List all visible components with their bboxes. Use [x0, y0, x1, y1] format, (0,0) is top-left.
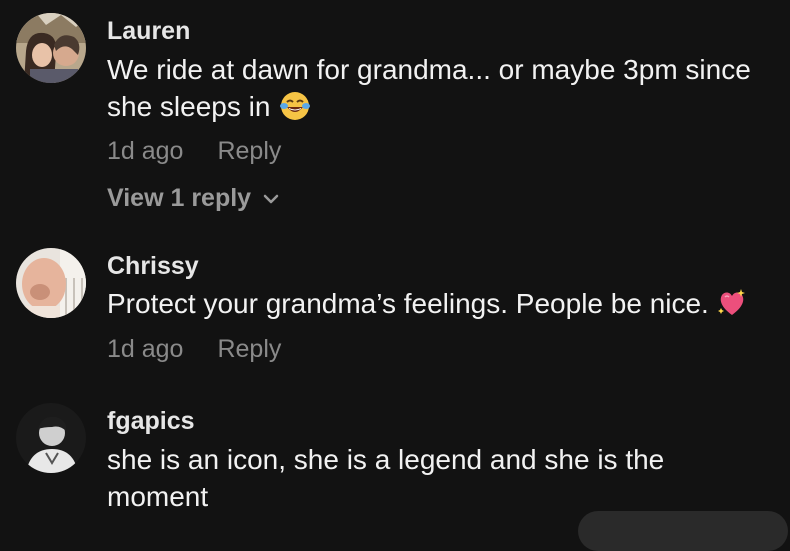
comment-meta: 1d ago Reply: [107, 137, 281, 166]
avatar[interactable]: [16, 403, 86, 473]
laughing-tears-emoji-icon: [280, 91, 311, 130]
reply-button[interactable]: Reply: [217, 335, 281, 363]
comment-username[interactable]: Chrissy: [107, 252, 199, 281]
view-replies-label: View 1 reply: [107, 184, 252, 212]
comment-username[interactable]: fgapics: [107, 407, 195, 436]
comment-username[interactable]: Lauren: [107, 17, 190, 46]
view-replies-button[interactable]: View 1 reply: [107, 182, 279, 213]
comment-text: Protect your grandma’s feelings. People …: [107, 285, 787, 327]
avatar[interactable]: [16, 248, 86, 318]
comment-input-pill[interactable]: [578, 511, 788, 551]
comment-text: We ride at dawn for grandma... or maybe …: [107, 51, 787, 130]
comment-text-body: Protect your grandma’s feelings. People …: [107, 288, 709, 319]
comment-timestamp: 1d ago: [107, 335, 184, 363]
avatar[interactable]: [16, 13, 86, 83]
comment-text: she is an icon, she is a legend and she …: [107, 444, 665, 512]
sparkling-heart-emoji-icon: [717, 288, 747, 327]
comment-timestamp: 1d ago: [107, 137, 184, 165]
reply-button[interactable]: Reply: [217, 137, 281, 165]
comment-meta: 1d ago Reply: [107, 335, 281, 364]
chevron-down-icon: [263, 182, 279, 211]
comment-text-body: We ride at dawn for grandma... or maybe …: [107, 54, 751, 122]
